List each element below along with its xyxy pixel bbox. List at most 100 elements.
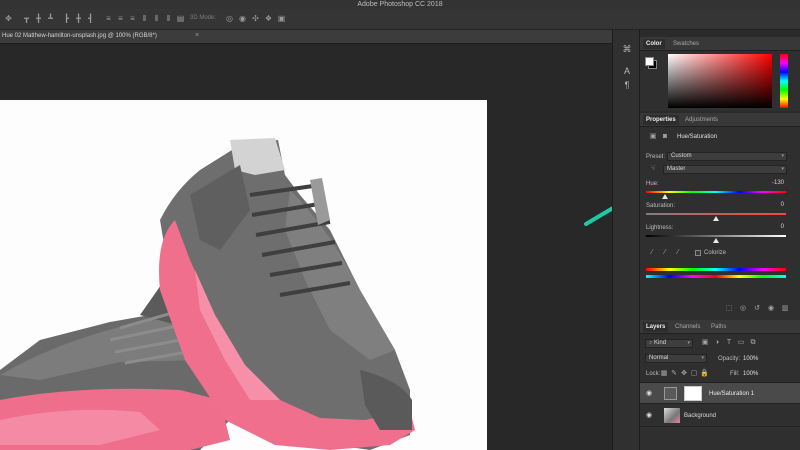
distribute-bottom-icon[interactable]: ≡ bbox=[128, 14, 137, 23]
visibility-icon[interactable]: ◉ bbox=[766, 305, 776, 313]
lock-artboard-icon[interactable]: ▢ bbox=[690, 370, 698, 378]
document-tab[interactable]: Hue 02 Matthew-hamilton-unsplash.jpg @ 1… bbox=[0, 30, 612, 44]
preset-value: Custom bbox=[671, 153, 692, 159]
channel-select[interactable]: Master ▾ bbox=[663, 165, 787, 174]
fill-label: Fill: bbox=[730, 371, 740, 377]
distribute-hcenter-icon[interactable]: ⦀ bbox=[152, 14, 161, 23]
auto-align-icon[interactable]: ▤ bbox=[176, 14, 185, 23]
eyedropper-plus-icon[interactable]: ⁄ bbox=[660, 249, 670, 257]
tab-layers[interactable]: Layers bbox=[643, 322, 669, 332]
layer-name: Hue/Saturation 1 bbox=[709, 391, 755, 397]
eyedropper-minus-icon[interactable]: ⁄ bbox=[673, 249, 683, 257]
hue-slider-strip[interactable] bbox=[780, 54, 788, 108]
panel-tool-strip: ⌘ A ¶ bbox=[612, 30, 640, 450]
3d-roll-icon[interactable]: ◉ bbox=[238, 14, 247, 23]
opacity-value[interactable]: 100% bbox=[743, 356, 758, 362]
tab-properties[interactable]: Properties bbox=[643, 115, 679, 125]
align-hcenter-icon[interactable]: ╋ bbox=[74, 14, 83, 23]
filter-type-icon[interactable]: T bbox=[724, 339, 734, 347]
hue-range-output-bar bbox=[646, 275, 786, 278]
preset-label: Preset: bbox=[646, 154, 666, 160]
lock-label: Lock: bbox=[646, 371, 661, 377]
3d-scale-icon[interactable]: ▣ bbox=[277, 14, 286, 23]
hue-value-field[interactable]: -130 bbox=[760, 179, 784, 187]
document-tab-label: Hue 02 Matthew-hamilton-unsplash.jpg @ 1… bbox=[2, 33, 157, 39]
tab-channels[interactable]: Channels bbox=[672, 322, 703, 332]
hue-label: Hue: bbox=[646, 181, 659, 187]
3d-drag-icon[interactable]: ✣ bbox=[251, 14, 260, 23]
chevron-down-icon: ▾ bbox=[687, 340, 690, 346]
character-icon[interactable]: A bbox=[621, 66, 633, 77]
align-vcenter-icon[interactable]: ╋ bbox=[34, 14, 43, 23]
hue-slider-track[interactable] bbox=[646, 191, 786, 193]
visibility-eye-icon[interactable]: ◉ bbox=[644, 412, 654, 420]
blend-mode-select[interactable]: Normal ▾ bbox=[645, 354, 707, 363]
saturation-slider-thumb[interactable] bbox=[713, 216, 719, 221]
color-panel bbox=[640, 51, 800, 111]
align-bottom-icon[interactable]: ┻ bbox=[46, 14, 55, 23]
right-panels: Color Swatches Properties Adjustments ▣ … bbox=[640, 30, 800, 450]
distribute-right-icon[interactable]: ⦀ bbox=[164, 14, 173, 23]
lock-all-icon[interactable]: 🔒 bbox=[700, 370, 709, 378]
history-brush-icon[interactable]: ⌘ bbox=[621, 44, 633, 55]
image-thumbnail bbox=[664, 408, 680, 423]
layer-name: Background bbox=[684, 413, 717, 419]
colorize-checkbox[interactable] bbox=[695, 250, 701, 256]
layer-filter-value: Kind bbox=[654, 340, 667, 346]
layer-row-hue-saturation[interactable]: ◉ Hue/Saturation 1 bbox=[640, 382, 800, 404]
eyedropper-icon[interactable]: ⁄ bbox=[647, 249, 657, 257]
distribute-left-icon[interactable]: ⦀ bbox=[140, 14, 149, 23]
tab-color[interactable]: Color bbox=[643, 39, 665, 49]
lock-pixels-icon[interactable]: ✎ bbox=[670, 370, 678, 378]
preset-select[interactable]: Custom ▾ bbox=[667, 152, 787, 161]
tab-swatches[interactable]: Swatches bbox=[670, 39, 702, 49]
layer-row-background[interactable]: ◉ Background bbox=[640, 405, 800, 427]
distribute-vcenter-icon[interactable]: ≡ bbox=[116, 14, 125, 23]
lightness-slider-track[interactable] bbox=[646, 235, 786, 237]
layers-panel: ⌕ Kind ▾ ▣ ◑ T ▭ ⧉ Normal ▾ Opacity: 100… bbox=[640, 334, 800, 450]
mask-icon[interactable]: ◙ bbox=[660, 133, 670, 141]
saturation-slider-track[interactable] bbox=[646, 213, 786, 215]
hue-range-input-bar bbox=[646, 268, 786, 271]
align-left-icon[interactable]: ┣ bbox=[62, 14, 71, 23]
align-top-icon[interactable]: ┳ bbox=[22, 14, 31, 23]
color-picker-field[interactable] bbox=[668, 54, 772, 108]
view-previous-icon[interactable]: ◎ bbox=[738, 305, 748, 313]
layer-filter-select[interactable]: ⌕ Kind ▾ bbox=[645, 339, 693, 348]
filter-pixel-icon[interactable]: ▣ bbox=[700, 339, 710, 347]
hue-slider-thumb[interactable] bbox=[662, 194, 669, 199]
saturation-value-field[interactable]: 0 bbox=[760, 201, 784, 209]
fill-value[interactable]: 100% bbox=[743, 371, 758, 377]
visibility-eye-icon[interactable]: ◉ bbox=[644, 390, 654, 398]
filter-smart-object-icon[interactable]: ⧉ bbox=[748, 339, 758, 347]
layers-panel-tabs: Layers Channels Paths bbox=[640, 320, 800, 334]
move-icon[interactable]: ✥ bbox=[4, 14, 13, 23]
blend-mode-value: Normal bbox=[649, 355, 669, 361]
trash-icon[interactable]: ▥ bbox=[780, 305, 790, 313]
lock-position-icon[interactable]: ✥ bbox=[680, 370, 688, 378]
lightness-slider-thumb[interactable] bbox=[713, 238, 719, 243]
foreground-color-swatch[interactable] bbox=[645, 57, 654, 66]
targeted-adjustment-hand-icon[interactable]: ☟ bbox=[647, 165, 659, 173]
clip-to-layer-icon[interactable]: ⬚ bbox=[724, 305, 734, 313]
filter-shape-icon[interactable]: ▭ bbox=[736, 339, 746, 347]
paragraph-icon[interactable]: ¶ bbox=[621, 80, 633, 91]
filter-adjustment-icon[interactable]: ◑ bbox=[712, 339, 722, 347]
tab-adjustments[interactable]: Adjustments bbox=[682, 115, 721, 125]
chevron-down-icon: ▾ bbox=[701, 355, 704, 361]
close-tab-icon[interactable]: × bbox=[195, 32, 199, 39]
adjustment-layer-icon: ▣ bbox=[649, 133, 657, 140]
reset-icon[interactable]: ↺ bbox=[752, 305, 762, 313]
app-title-bar: Adobe Photoshop CC 2018 bbox=[0, 0, 800, 9]
3d-slide-icon[interactable]: ❖ bbox=[264, 14, 273, 23]
distribute-top-icon[interactable]: ≡ bbox=[104, 14, 113, 23]
options-bar: ✥ ┳ ╋ ┻ ┣ ╋ ┫ ≡ ≡ ≡ ⦀ ⦀ ⦀ ▤ 3D Mode: ◎ ◉… bbox=[0, 9, 800, 30]
align-right-icon[interactable]: ┫ bbox=[86, 14, 95, 23]
tab-paths[interactable]: Paths bbox=[708, 322, 729, 332]
lock-transparent-icon[interactable]: ▦ bbox=[660, 370, 668, 378]
layer-mask-thumbnail[interactable] bbox=[684, 386, 702, 401]
canvas-area[interactable] bbox=[0, 45, 612, 450]
document-canvas[interactable] bbox=[0, 100, 487, 450]
lightness-value-field[interactable]: 0 bbox=[760, 223, 784, 231]
3d-rotate-icon[interactable]: ◎ bbox=[225, 14, 234, 23]
